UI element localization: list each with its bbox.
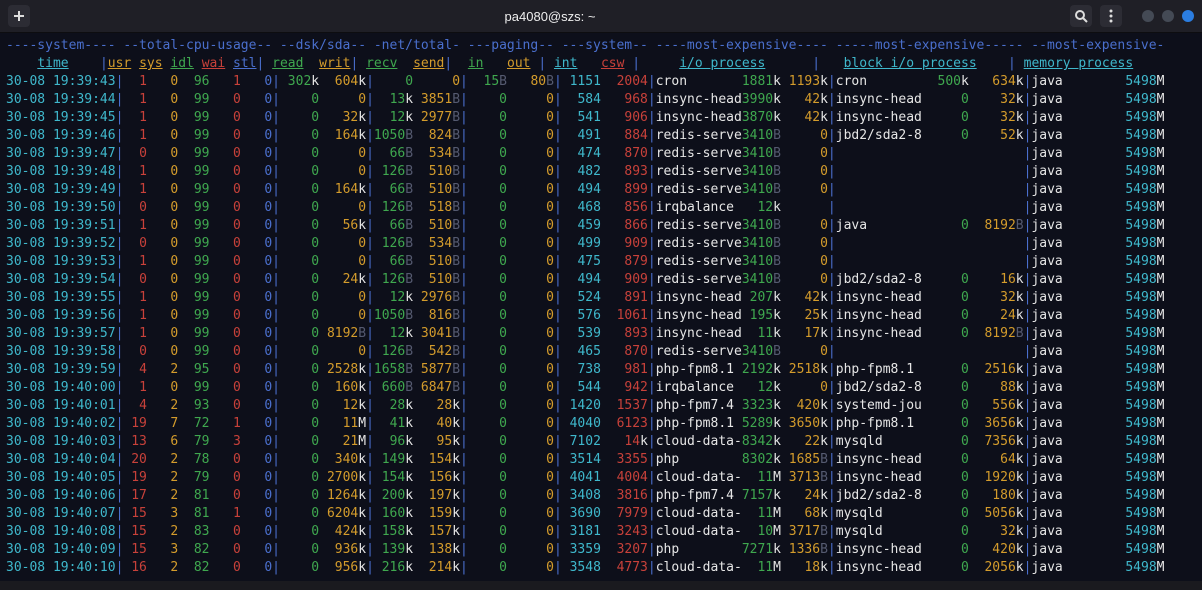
plus-icon: [13, 10, 25, 22]
close-button[interactable]: [1182, 10, 1194, 22]
table-row: 30-08 19:40:00| 1 0 99 0 0| 0 160k| 660B…: [6, 379, 1196, 397]
kebab-icon: [1109, 9, 1113, 23]
table-row: 30-08 19:40:02| 19 7 72 1 0| 0 11M| 41k …: [6, 415, 1196, 433]
table-row: 30-08 19:39:48| 1 0 99 0 0| 0 0| 126B 51…: [6, 163, 1196, 181]
table-row: 30-08 19:39:47| 0 0 99 0 0| 0 0| 66B 534…: [6, 145, 1196, 163]
table-row: 30-08 19:39:50| 0 0 99 0 0| 0 0| 126B 51…: [6, 199, 1196, 217]
table-row: 30-08 19:40:06| 17 2 81 0 0| 0 1264k| 20…: [6, 487, 1196, 505]
new-tab-button[interactable]: [8, 5, 30, 27]
search-button[interactable]: [1070, 5, 1092, 27]
table-row: 30-08 19:39:43| 1 0 96 1 0| 302k 604k| 0…: [6, 73, 1196, 91]
table-row: 30-08 19:40:01| 4 2 93 0 0| 0 12k| 28k 2…: [6, 397, 1196, 415]
table-row: 30-08 19:39:55| 1 0 99 0 0| 0 0| 12k 297…: [6, 289, 1196, 307]
search-icon: [1074, 9, 1088, 23]
maximize-button[interactable]: [1162, 10, 1174, 22]
table-row: 30-08 19:40:09| 15 3 82 0 0| 0 936k| 139…: [6, 541, 1196, 559]
terminal-output[interactable]: ----system---- --total-cpu-usage-- --dsk…: [0, 33, 1202, 581]
table-row: 30-08 19:39:59| 4 2 95 0 0| 0 2528k|1658…: [6, 361, 1196, 379]
menu-button[interactable]: [1100, 5, 1122, 27]
table-row: 30-08 19:40:04| 20 2 78 0 0| 0 340k| 149…: [6, 451, 1196, 469]
table-row: 30-08 19:39:45| 1 0 99 0 0| 0 32k| 12k 2…: [6, 109, 1196, 127]
table-row: 30-08 19:40:10| 16 2 82 0 0| 0 956k| 216…: [6, 559, 1196, 577]
table-row: 30-08 19:40:07| 15 3 81 1 0| 0 6204k| 16…: [6, 505, 1196, 523]
table-row: 30-08 19:39:51| 1 0 99 0 0| 0 56k| 66B 5…: [6, 217, 1196, 235]
table-row: 30-08 19:39:52| 0 0 99 0 0| 0 0| 126B 53…: [6, 235, 1196, 253]
table-row: 30-08 19:39:58| 0 0 99 0 0| 0 0| 126B 54…: [6, 343, 1196, 361]
table-row: 30-08 19:39:57| 1 0 99 0 0| 0 8192B| 12k…: [6, 325, 1196, 343]
titlebar: pa4080@szs: ~: [0, 0, 1202, 33]
table-row: 30-08 19:40:05| 19 2 79 0 0| 0 2700k| 15…: [6, 469, 1196, 487]
table-row: 30-08 19:39:46| 1 0 99 0 0| 0 164k|1050B…: [6, 127, 1196, 145]
table-row: 30-08 19:39:54| 0 0 99 0 0| 0 24k| 126B …: [6, 271, 1196, 289]
table-row: 30-08 19:39:56| 1 0 99 0 0| 0 0|1050B 81…: [6, 307, 1196, 325]
window-title: pa4080@szs: ~: [30, 9, 1070, 24]
table-row: 30-08 19:39:53| 1 0 99 0 0| 0 0| 66B 510…: [6, 253, 1196, 271]
minimize-button[interactable]: [1142, 10, 1154, 22]
table-row: 30-08 19:40:08| 15 2 83 0 0| 0 424k| 158…: [6, 523, 1196, 541]
table-row: 30-08 19:40:03| 13 6 79 3 0| 0 21M| 96k …: [6, 433, 1196, 451]
table-row: 30-08 19:39:44| 1 0 99 0 0| 0 0| 13k 385…: [6, 91, 1196, 109]
table-row: 30-08 19:39:49| 1 0 99 0 0| 0 164k| 66B …: [6, 181, 1196, 199]
